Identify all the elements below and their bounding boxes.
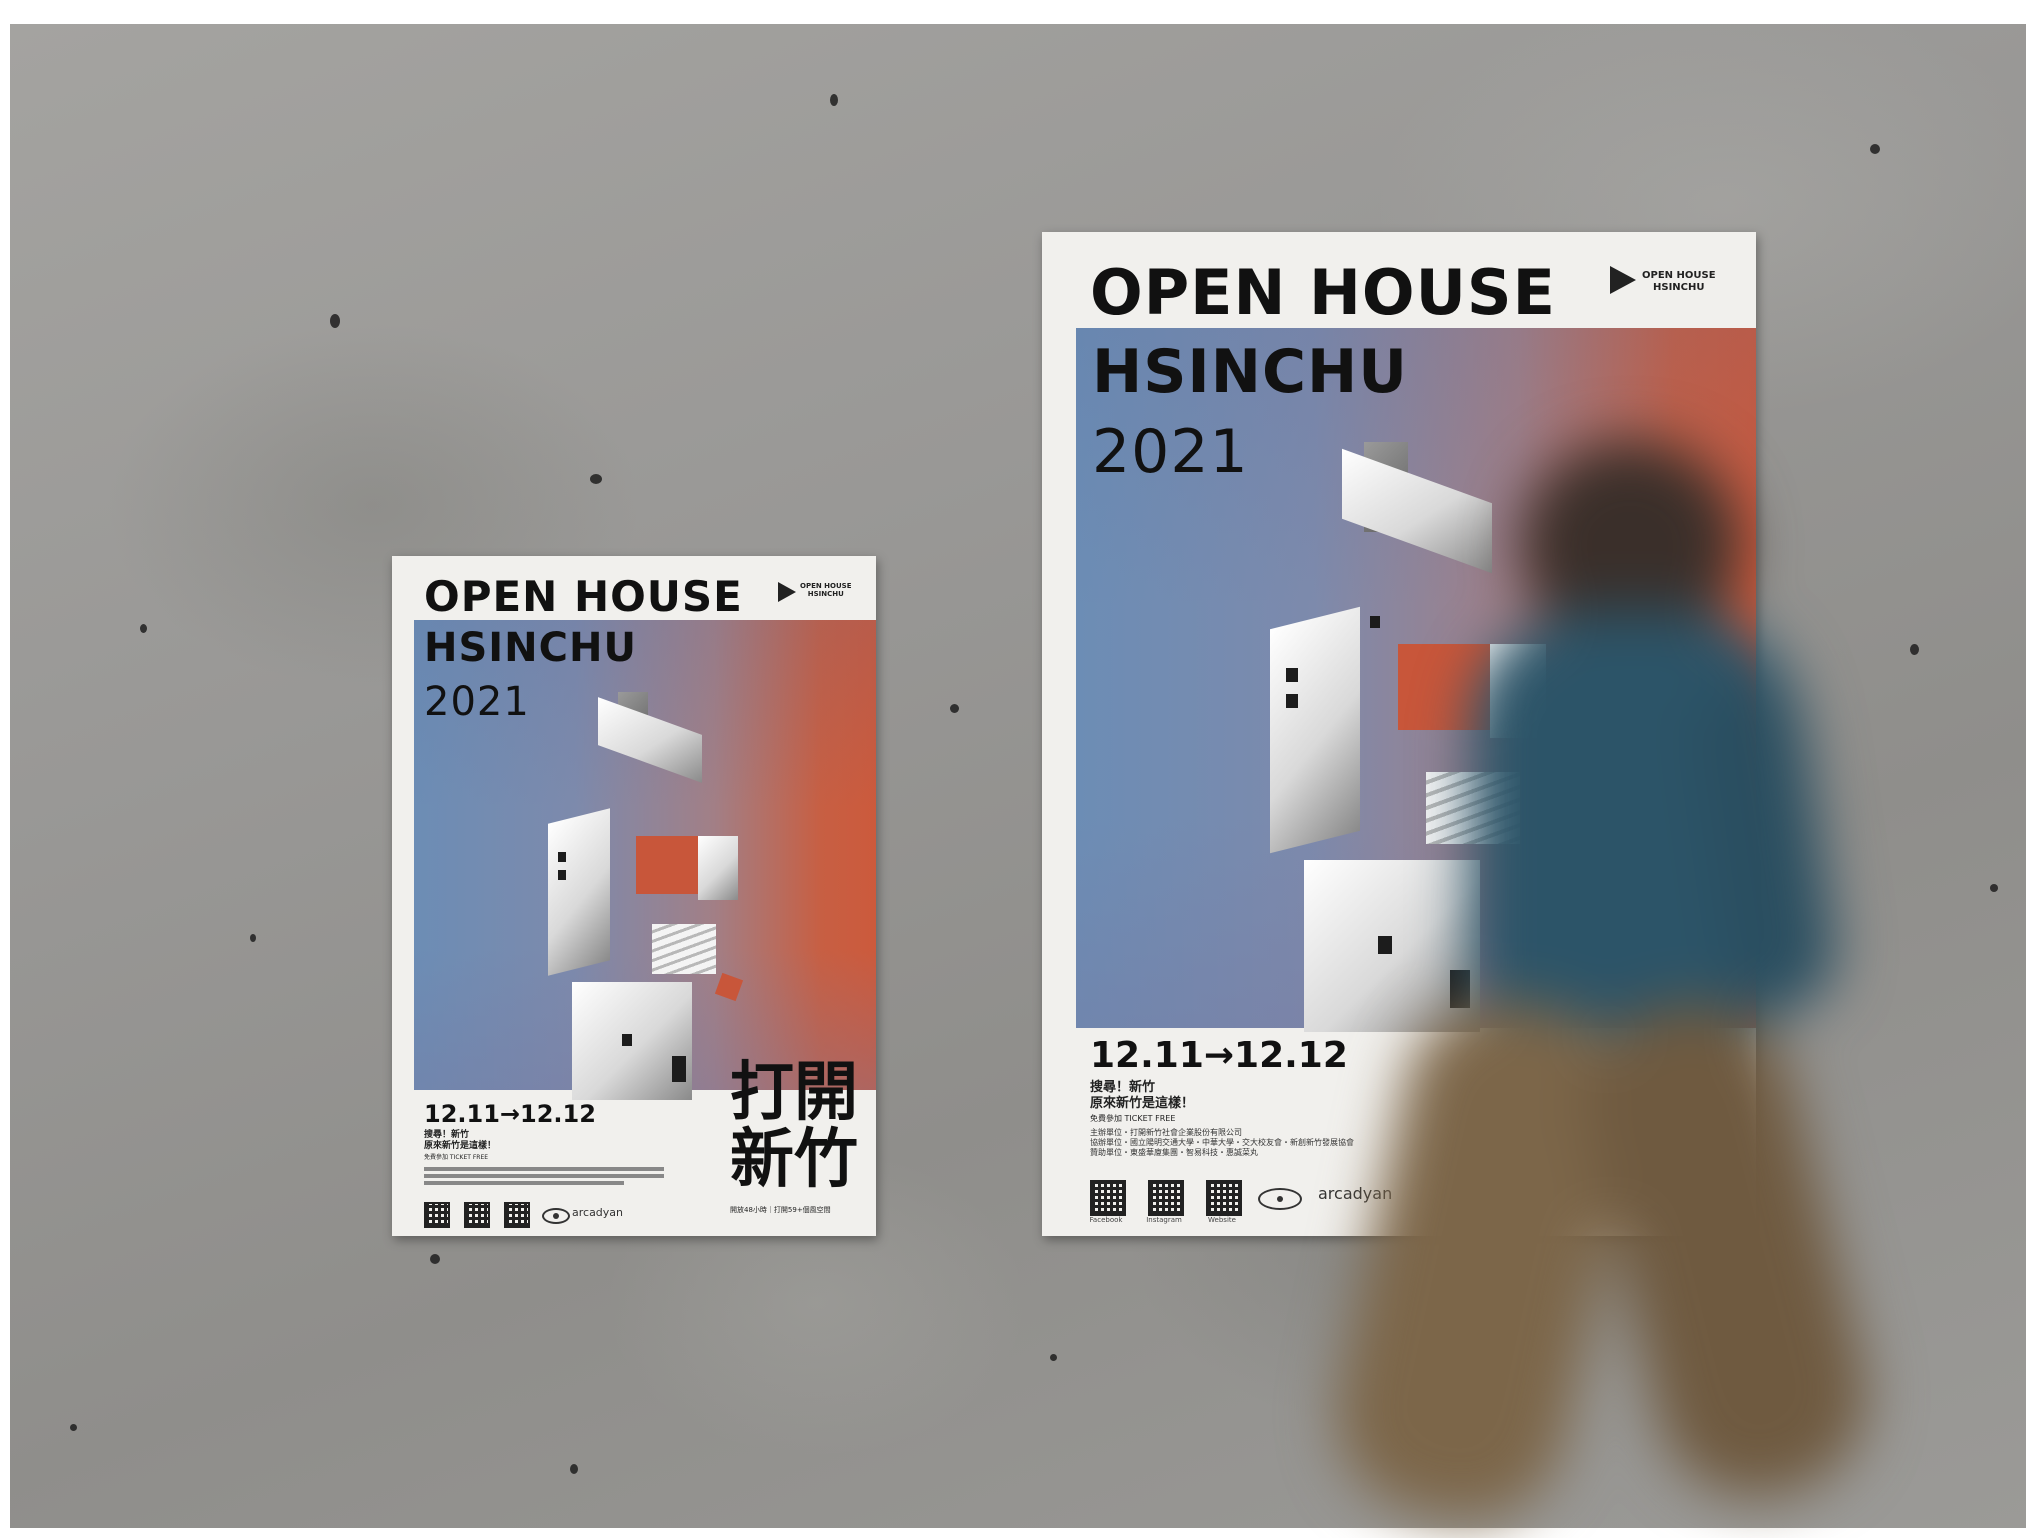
window (1370, 616, 1380, 628)
credit-line: 協辦單位・國立陽明交通大學・中華大學・交大校友會・新創新竹發展協會 (1090, 1138, 1354, 1147)
cube-side (698, 836, 738, 900)
tagline-line: 原來新竹是這樣！ (424, 1141, 497, 1152)
qr-code (504, 1202, 530, 1228)
wall-pit (1990, 884, 1998, 892)
logo-line: OPEN HOUSE (1642, 270, 1716, 281)
cjk-title: 打開 新竹 (730, 1056, 858, 1198)
cjk-title-line: 新竹 (730, 1123, 858, 1198)
wall-pit (950, 704, 959, 713)
logo-text: OPEN HOUSE HSINCHU (1642, 270, 1716, 293)
poster-large: OPEN HOUSE HSINCHU 2021 OPEN HOUSE HSINC… (1042, 232, 1756, 1236)
eye-logo-icon (542, 1208, 570, 1224)
wall-pit (1870, 144, 1880, 154)
window (1286, 694, 1298, 708)
sponsor-logo: arcadyan (572, 1206, 624, 1219)
wall-pit (1910, 644, 1919, 655)
qr-caption: Facebook (1089, 1216, 1123, 1224)
qr-code (1206, 1180, 1242, 1216)
sponsor-logo: arcadyan (1318, 1184, 1393, 1203)
qr-code (424, 1202, 450, 1228)
credit-line (424, 1167, 664, 1171)
qr-code (1090, 1180, 1126, 1216)
window (1378, 936, 1392, 954)
poster-subtitle: HSINCHU (1092, 337, 1408, 407)
logo-line: HSINCHU (1653, 281, 1705, 293)
event-dates: 12.11→12.12 (424, 1100, 596, 1128)
credits-block: 主辦單位・打開新竹社會企業股份有限公司 協辦單位・國立陽明交通大學・中華大學・交… (1090, 1128, 1354, 1158)
credit-line: 贊助單位・東盛華廈集團・智易科技・惠誠菜丸 (1090, 1148, 1258, 1157)
credit-line (424, 1181, 624, 1185)
qr-caption: Instagram (1146, 1216, 1182, 1224)
red-cube-face (1398, 644, 1490, 730)
tagline-line: 原來新竹是這樣！ (1090, 1096, 1195, 1112)
door (672, 1056, 686, 1082)
tall-panel (1270, 606, 1360, 854)
wall-pit (70, 1424, 77, 1431)
stairs (1426, 772, 1520, 844)
eye-logo-icon (1258, 1188, 1302, 1210)
wall-pit (570, 1464, 578, 1474)
tagline: 搜尋！新竹 原來新竹是這樣！ (1090, 1080, 1194, 1113)
wall-pit (830, 94, 838, 106)
logo-line: HSINCHU (807, 590, 844, 599)
cube-side (1490, 644, 1546, 738)
credit-line: 主辦單位・打開新竹社會企業股份有限公司 (1090, 1128, 1242, 1137)
bottom-cube (572, 982, 692, 1100)
wall-pit (250, 934, 256, 942)
qr-code (1148, 1180, 1184, 1216)
wall-pit (140, 624, 147, 633)
window (558, 852, 566, 862)
ticket-info: 免費參加 TICKET FREE (424, 1154, 489, 1161)
qr-code (464, 1202, 490, 1228)
poster-title: OPEN HOUSE (424, 572, 743, 621)
wall-pit (330, 314, 340, 328)
window (558, 870, 566, 880)
logo-icon (778, 582, 796, 602)
logo-line: OPEN HOUSE (800, 582, 852, 590)
logo-text: OPEN HOUSE HSINCHU (800, 582, 851, 598)
cjk-subtitle: 開放48小時｜打開59+個風空間 (730, 1206, 831, 1214)
poster-year: 2021 (1092, 417, 1249, 487)
stairs (652, 924, 716, 974)
window (1286, 668, 1298, 682)
ticket-info: 免費參加 TICKET FREE (1090, 1114, 1176, 1123)
tagline-line: 搜尋！新竹 (424, 1130, 470, 1140)
poster-subtitle: HSINCHU (424, 625, 637, 671)
window (622, 1034, 632, 1046)
wall-pit (1050, 1354, 1057, 1361)
red-cube-face (636, 836, 698, 894)
event-dates: 12.11→12.12 (1090, 1035, 1348, 1076)
tagline-line: 搜尋！新竹 (1090, 1080, 1156, 1095)
poster-title: OPEN HOUSE (1090, 256, 1556, 329)
credit-line (424, 1174, 664, 1178)
wall-pit (590, 474, 602, 484)
door (1450, 970, 1470, 1008)
cjk-title-line: 打開 (730, 1056, 858, 1130)
poster-year: 2021 (424, 679, 530, 725)
tagline: 搜尋！新竹 原來新竹是這樣！ (424, 1130, 496, 1153)
credits-block (424, 1164, 664, 1185)
tall-panel (548, 808, 610, 976)
poster-small: OPEN HOUSE HSINCHU 2021 OPEN HOUSE HSINC… (392, 556, 876, 1236)
qr-caption: Website (1208, 1216, 1236, 1224)
wall-pit (430, 1254, 440, 1264)
logo-icon (1610, 266, 1636, 294)
